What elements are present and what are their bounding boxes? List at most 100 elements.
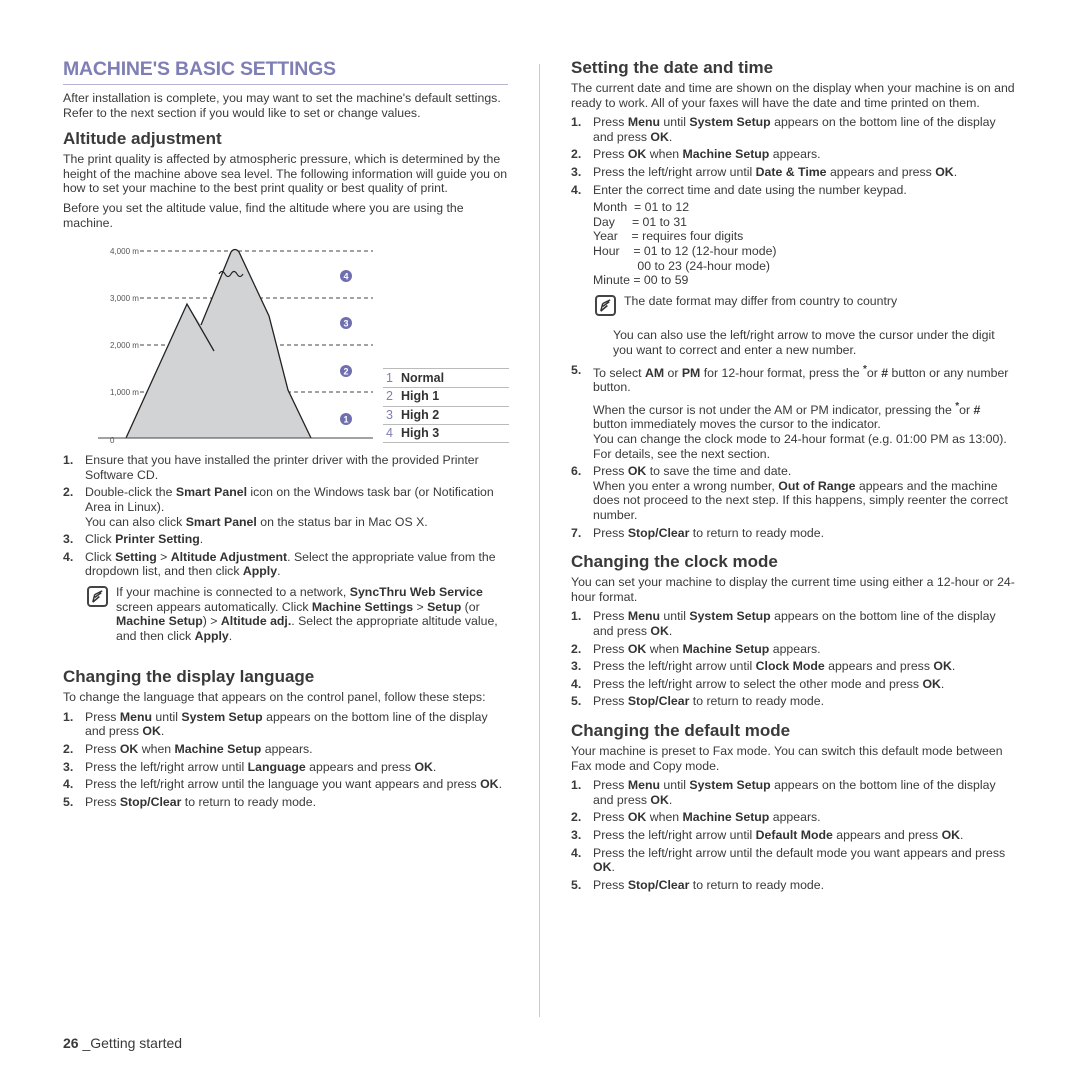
mountain-shape (126, 249, 311, 439)
step-number: 6. (571, 464, 582, 479)
step-item: 5. Press Stop/Clear to return to ready mo… (571, 694, 825, 709)
svg-text:1: 1 (343, 415, 348, 425)
step-number: 5. (571, 877, 582, 892)
language-steps: 1. Press Menu until System Setup appears … (63, 710, 508, 810)
step-item: 3. Press the left/right arrow until Defau… (571, 827, 964, 842)
step-number: 5. (63, 794, 74, 809)
datetime-note: The date format may differ from country … (593, 294, 1016, 325)
axis-label-3000: 3,000 m (110, 294, 139, 303)
range-row: Hour = 01 to 12 (12-hour mode) (593, 243, 777, 258)
range-row: 00 to 23 (24-hour mode) (593, 258, 771, 273)
zone-badges: 4 3 2 1 (340, 270, 352, 426)
svg-text:2: 2 (343, 367, 348, 377)
step-number: 2. (63, 485, 74, 500)
step-number: 5. (571, 694, 582, 709)
step-item: 5. Press Stop/Clear to return to ready mo… (571, 877, 825, 892)
axis-label-1000: 1,000 m (110, 388, 139, 397)
altitude-para-2: Before you set the altitude value, find … (63, 200, 464, 230)
axis-label-4000: 4,000 m (110, 247, 139, 256)
legend-row: 1 Normal (383, 368, 509, 387)
left-column: MACHINE'S BASIC SETTINGS After installat… (63, 58, 509, 812)
step-number: 1. (571, 778, 582, 793)
step-number: 1. (571, 115, 582, 130)
step-number: 3. (571, 827, 582, 842)
step-item: 1. Press Menu until System Setup appears … (571, 609, 996, 638)
defaultmode-intro: Your machine is preset to Fax mode. You … (571, 743, 1003, 773)
step-item: 1. Press Menu until System Setup appears … (63, 709, 488, 739)
step-number: 3. (571, 164, 582, 179)
language-intro: To change the language that appears on t… (63, 690, 486, 705)
range-row: Day = 01 to 31 (593, 214, 687, 229)
step-number: 4. (571, 182, 582, 197)
altitude-heading: Altitude adjustment (63, 129, 222, 149)
step-number: 4. (63, 777, 74, 792)
legend-row: 4 High 3 (383, 424, 509, 443)
step-number: 1. (63, 709, 74, 724)
step-number: 7. (571, 525, 582, 540)
altitude-figure: 4,000 m 3,000 m 2,000 m 1,000 m 0 4 3 2 … (63, 240, 509, 445)
footer-section: _Getting started (82, 1035, 183, 1051)
step-number: 4. (571, 676, 582, 691)
datetime-steps-b: 5. To select AM or PM for 12-hour format,… (571, 363, 1016, 541)
step-number: 5. (571, 362, 582, 377)
step-number: 2. (63, 742, 74, 757)
datetime-ranges: Month = 01 to 12 Day = 01 to 31 Year = r… (593, 200, 1016, 288)
step-number: 2. (571, 147, 582, 162)
right-column: Setting the date and time The current da… (571, 58, 1016, 895)
altitude-note-text: If your machine is connected to a networ… (116, 584, 498, 643)
legend-label: Normal (401, 370, 445, 385)
clock-steps: 1. Press Menu until System Setup appears … (571, 609, 1016, 709)
range-row: Minute = 00 to 59 (593, 273, 689, 288)
legend-number: 3 (386, 408, 393, 423)
legend-number: 2 (386, 389, 393, 404)
step-item: 4. Press the left/right arrow to select t… (571, 676, 945, 691)
altitude-legend: 1 Normal 2 High 1 3 High 2 4 High 3 (383, 368, 509, 443)
legend-label: High 3 (401, 426, 440, 441)
step-item: 2. Press OK when Machine Setup appears. (571, 810, 821, 825)
note-icon (595, 294, 616, 316)
altitude-note: If your machine is connected to a networ… (85, 585, 508, 643)
defaultmode-heading: Changing the default mode (571, 720, 791, 740)
legend-label: High 2 (401, 408, 440, 423)
mountain-diagram: 4,000 m 3,000 m 2,000 m 1,000 m 0 4 3 2 … (98, 247, 373, 445)
intro-text: After installation is complete, you may … (63, 91, 501, 120)
step-number: 4. (571, 845, 582, 860)
svg-text:3: 3 (343, 319, 348, 329)
clock-heading: Changing the clock mode (571, 552, 778, 572)
step-item: 2. Press OK when Machine Setup appears. (63, 742, 313, 757)
axis-label-0: 0 (110, 436, 115, 445)
datetime-intro: The current date and time are shown on t… (571, 81, 1015, 110)
axis-label-2000: 2,000 m (110, 341, 139, 350)
step-number: 3. (63, 532, 74, 547)
step-item: 5. Press Stop/Clear to return to ready mo… (63, 794, 317, 809)
step-item: 3. Click Printer Setting. (63, 532, 204, 547)
step-item: 3. Press the left/right arrow until Date … (571, 164, 958, 179)
legend-row: 2 High 1 (383, 386, 509, 406)
step-item: 1. Ensure that you have installed the pri… (63, 453, 479, 482)
page-footer: 26 _Getting started (63, 1036, 182, 1051)
step-item: 1. Press Menu until System Setup appears … (571, 115, 996, 144)
datetime-heading: Setting the date and time (571, 58, 774, 77)
range-row: Month = 01 to 12 (593, 200, 690, 215)
legend-number: 4 (386, 426, 393, 441)
step-item: 4. Enter the correct time and date using … (571, 182, 907, 197)
clock-intro: You can set your machine to display the … (571, 575, 1015, 604)
note-icon (87, 585, 108, 607)
altitude-para-1: The print quality is affected by atmosph… (63, 152, 508, 196)
step-item: 2. Press OK when Machine Setup appears. (571, 641, 821, 656)
step-number: 3. (571, 659, 582, 674)
step-number: 2. (571, 810, 582, 825)
step-item: 3. Press the left/right arrow until Langu… (63, 759, 437, 774)
step-number: 4. (63, 549, 74, 564)
altitude-steps: 1. Ensure that you have installed the pri… (63, 453, 508, 579)
step-number: 2. (571, 641, 582, 656)
svg-text:4: 4 (343, 272, 348, 282)
language-heading: Changing the display language (63, 667, 315, 687)
step-number: 1. (63, 453, 74, 468)
step-number: 1. (571, 609, 582, 624)
step-item: 6. Press OK to save the time and date. Whe… (571, 464, 1008, 523)
datetime-steps-a: 1. Press Menu until System Setup appears … (571, 115, 1016, 197)
step-item: 2. Press OK when Machine Setup appears. (571, 147, 821, 162)
legend-number: 1 (386, 370, 393, 385)
legend-label: High 1 (401, 389, 440, 404)
